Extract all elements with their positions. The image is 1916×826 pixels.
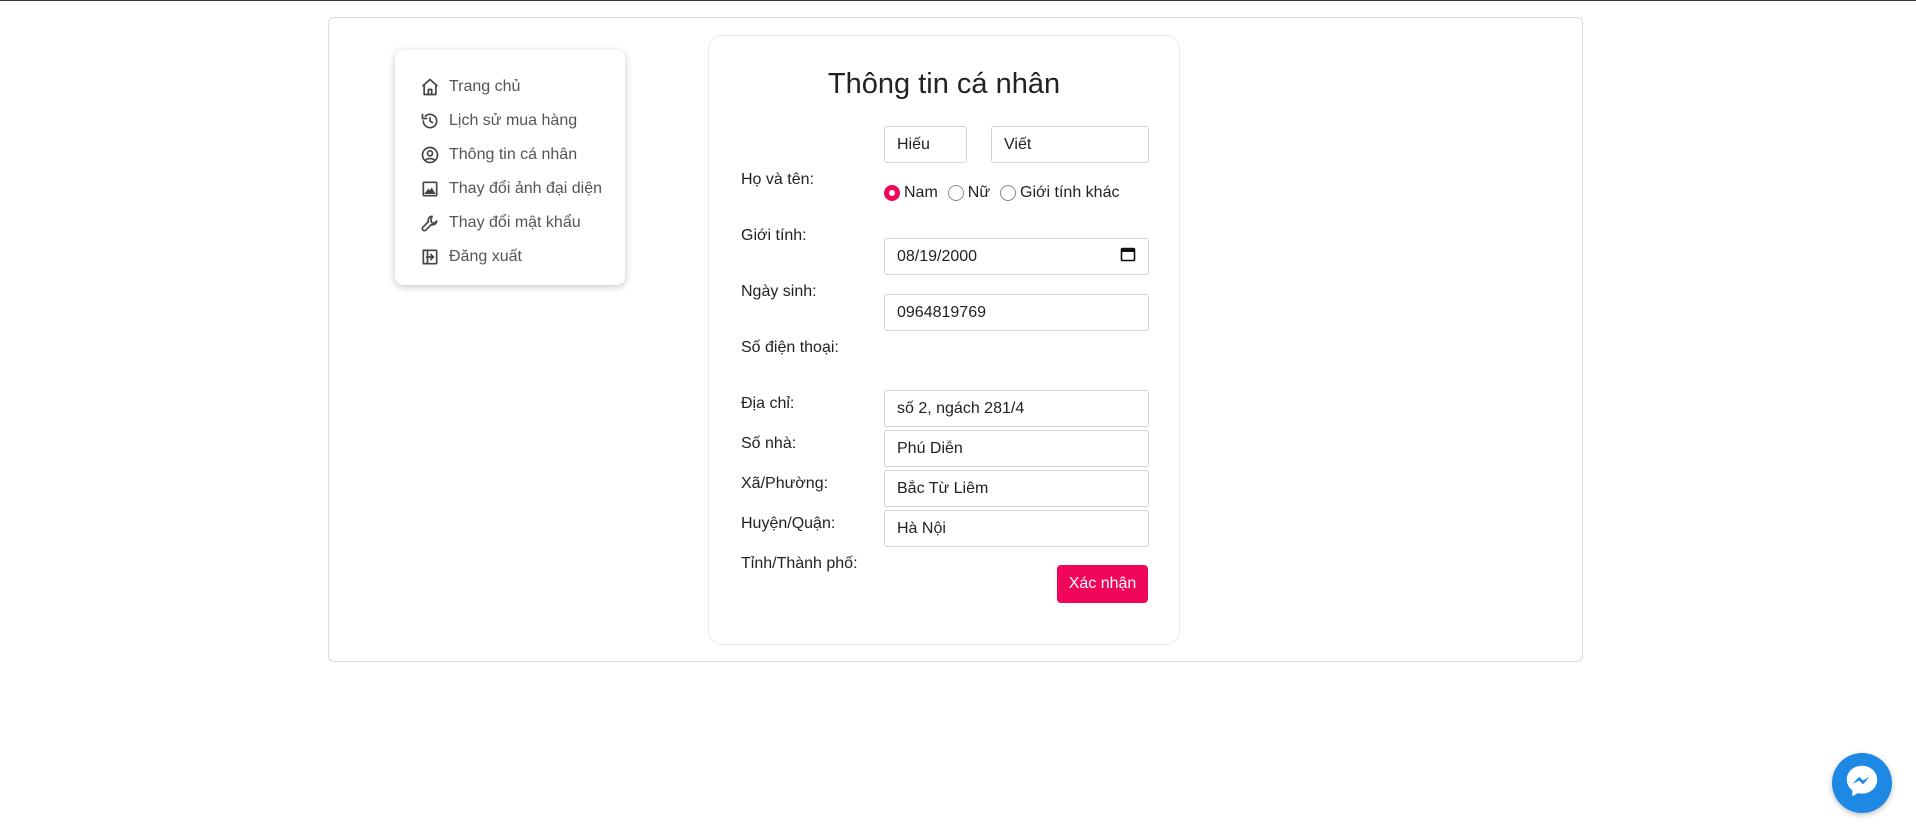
birthdate-value: 08/19/2000 (897, 247, 978, 265)
city-input[interactable] (884, 510, 1149, 547)
phone-label: Số điện thoại: (741, 339, 839, 356)
gender-option-label: Giới tính khác (1020, 184, 1120, 201)
account-sidebar: Trang chủ Lịch sử mua hàng Thông tin cá … (395, 50, 625, 285)
gender-option-label: Nữ (967, 184, 991, 201)
sidebar-item-label: Thay đổi mật khẩu (449, 214, 581, 231)
top-border-line (0, 0, 1916, 1)
name-label: Họ và tên: (741, 171, 814, 188)
messenger-chat-button[interactable] (1832, 753, 1892, 813)
gender-option-female[interactable]: Nữ (947, 184, 991, 202)
first-name-input[interactable] (884, 126, 967, 163)
gender-label: Giới tính: (741, 227, 807, 244)
form-title: Thông tin cá nhân (827, 68, 1061, 100)
address-label: Địa chỉ: (741, 395, 795, 412)
wrench-icon (419, 212, 441, 234)
phone-input[interactable] (884, 294, 1149, 331)
sidebar-item-label: Trang chủ (449, 78, 521, 95)
messenger-icon (1843, 762, 1881, 805)
sidebar-item-change-avatar[interactable]: Thay đổi ảnh đại diện (395, 172, 625, 206)
sidebar-item-label: Đăng xuất (449, 248, 522, 265)
birthdate-input[interactable]: 08/19/2000 (884, 238, 1149, 275)
radio-button[interactable] (884, 185, 900, 201)
birthdate-label: Ngày sinh: (741, 283, 817, 300)
image-icon (419, 178, 441, 200)
ward-input[interactable] (884, 430, 1149, 467)
city-label: Tỉnh/Thành phố: (741, 555, 858, 572)
radio-button[interactable] (947, 185, 964, 201)
last-name-input[interactable] (991, 126, 1149, 163)
gender-option-label: Nam (904, 184, 938, 201)
sidebar-item-change-password[interactable]: Thay đổi mật khẩu (395, 206, 625, 240)
gender-option-male[interactable]: Nam (884, 184, 938, 202)
gender-option-other[interactable]: Giới tính khác (1000, 184, 1119, 202)
sidebar-item-personal-info[interactable]: Thông tin cá nhân (395, 138, 625, 172)
district-label: Huyện/Quận: (741, 515, 836, 532)
gender-radio-group: Nam Nữ Giới tính khác (884, 184, 1129, 202)
sidebar-item-label: Lịch sử mua hàng (449, 112, 578, 129)
house-number-label: Số nhà: (741, 435, 797, 452)
sidebar-item-home[interactable]: Trang chủ (395, 70, 625, 104)
radio-button[interactable] (1000, 185, 1017, 201)
logout-icon (419, 246, 441, 268)
history-icon (419, 110, 441, 132)
home-icon (419, 76, 441, 98)
calendar-icon[interactable] (1120, 246, 1136, 267)
sidebar-item-purchase-history[interactable]: Lịch sử mua hàng (395, 104, 625, 138)
sidebar-item-logout[interactable]: Đăng xuất (395, 240, 625, 274)
personal-info-form: Thông tin cá nhân Họ và tên: Giới tính: … (708, 35, 1180, 645)
house-number-input[interactable] (884, 390, 1149, 427)
ward-label: Xã/Phường: (741, 475, 829, 492)
sidebar-item-label: Thay đổi ảnh đại diện (449, 180, 602, 197)
sidebar-item-label: Thông tin cá nhân (449, 146, 578, 163)
user-circle-icon (419, 144, 441, 166)
district-input[interactable] (884, 470, 1149, 507)
submit-button[interactable]: Xác nhận (1057, 565, 1148, 603)
